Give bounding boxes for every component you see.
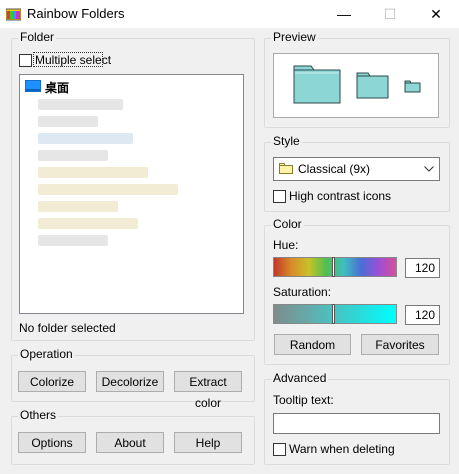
preview-group-title: Preview	[271, 30, 318, 44]
tree-item[interactable]	[38, 167, 148, 178]
tree-item[interactable]	[38, 201, 118, 212]
style-group-title: Style	[271, 134, 302, 148]
random-button[interactable]: Random	[274, 334, 351, 355]
tree-item[interactable]	[38, 116, 98, 127]
folder-icon	[279, 163, 293, 174]
tree-item[interactable]	[38, 99, 123, 110]
title-bar: Rainbow Folders — ☐ ✕	[0, 0, 459, 28]
options-button[interactable]: Options	[18, 432, 86, 453]
tree-item[interactable]	[38, 218, 138, 229]
close-button[interactable]: ✕	[413, 0, 459, 28]
decolorize-button[interactable]: Decolorize	[96, 371, 164, 392]
chevron-down-icon	[424, 166, 434, 172]
color-group-title: Color	[271, 217, 304, 231]
high-contrast-checkbox[interactable]	[273, 190, 286, 203]
others-group-title: Others	[18, 408, 59, 422]
hue-slider-thumb[interactable]	[332, 257, 335, 277]
warn-delete-checkbox[interactable]	[273, 443, 286, 456]
saturation-value-input[interactable]: 120	[405, 305, 440, 325]
advanced-group-title: Advanced	[271, 371, 329, 385]
multiple-select-checkbox[interactable]	[19, 54, 32, 67]
style-selected-value: Classical (9x)	[298, 162, 371, 176]
focus-rect	[33, 52, 103, 67]
tree-item[interactable]	[38, 150, 108, 161]
high-contrast-label: High contrast icons	[289, 189, 392, 203]
hue-value-input[interactable]: 120	[405, 258, 440, 278]
hue-label: Hue:	[273, 238, 299, 252]
tree-item[interactable]	[38, 235, 108, 246]
tree-item[interactable]	[38, 184, 178, 195]
tooltip-label: Tooltip text:	[273, 393, 334, 407]
rainbow-folder-app-icon	[6, 8, 21, 21]
about-button[interactable]: About	[96, 432, 164, 453]
tree-root-label[interactable]: 桌面	[45, 79, 69, 96]
tooltip-text-input[interactable]	[273, 413, 440, 434]
selection-status: No folder selected	[19, 321, 116, 335]
preview-area	[273, 53, 439, 118]
extract-color-button[interactable]: Extract color	[174, 371, 242, 410]
minimize-button[interactable]: —	[321, 0, 367, 28]
folder-tree[interactable]: 桌面	[19, 74, 244, 314]
favorites-button[interactable]: Favorites	[361, 334, 439, 355]
operation-group-title: Operation	[18, 347, 75, 361]
hue-slider[interactable]	[273, 257, 397, 277]
desktop-folder-icon	[25, 80, 41, 92]
saturation-slider[interactable]	[273, 304, 397, 324]
window-title: Rainbow Folders	[27, 6, 125, 21]
large-folder-icon	[293, 65, 341, 104]
small-folder-icon	[404, 80, 421, 93]
style-dropdown[interactable]: Classical (9x)	[273, 157, 440, 181]
tree-item[interactable]	[38, 133, 133, 144]
warn-delete-label: Warn when deleting	[289, 442, 395, 456]
maximize-button[interactable]: ☐	[367, 0, 413, 28]
colorize-button[interactable]: Colorize	[18, 371, 86, 392]
medium-folder-icon	[356, 72, 389, 99]
folder-group-title: Folder	[18, 30, 57, 44]
saturation-slider-thumb[interactable]	[332, 304, 335, 324]
help-button[interactable]: Help	[174, 432, 242, 453]
saturation-label: Saturation:	[273, 285, 332, 299]
